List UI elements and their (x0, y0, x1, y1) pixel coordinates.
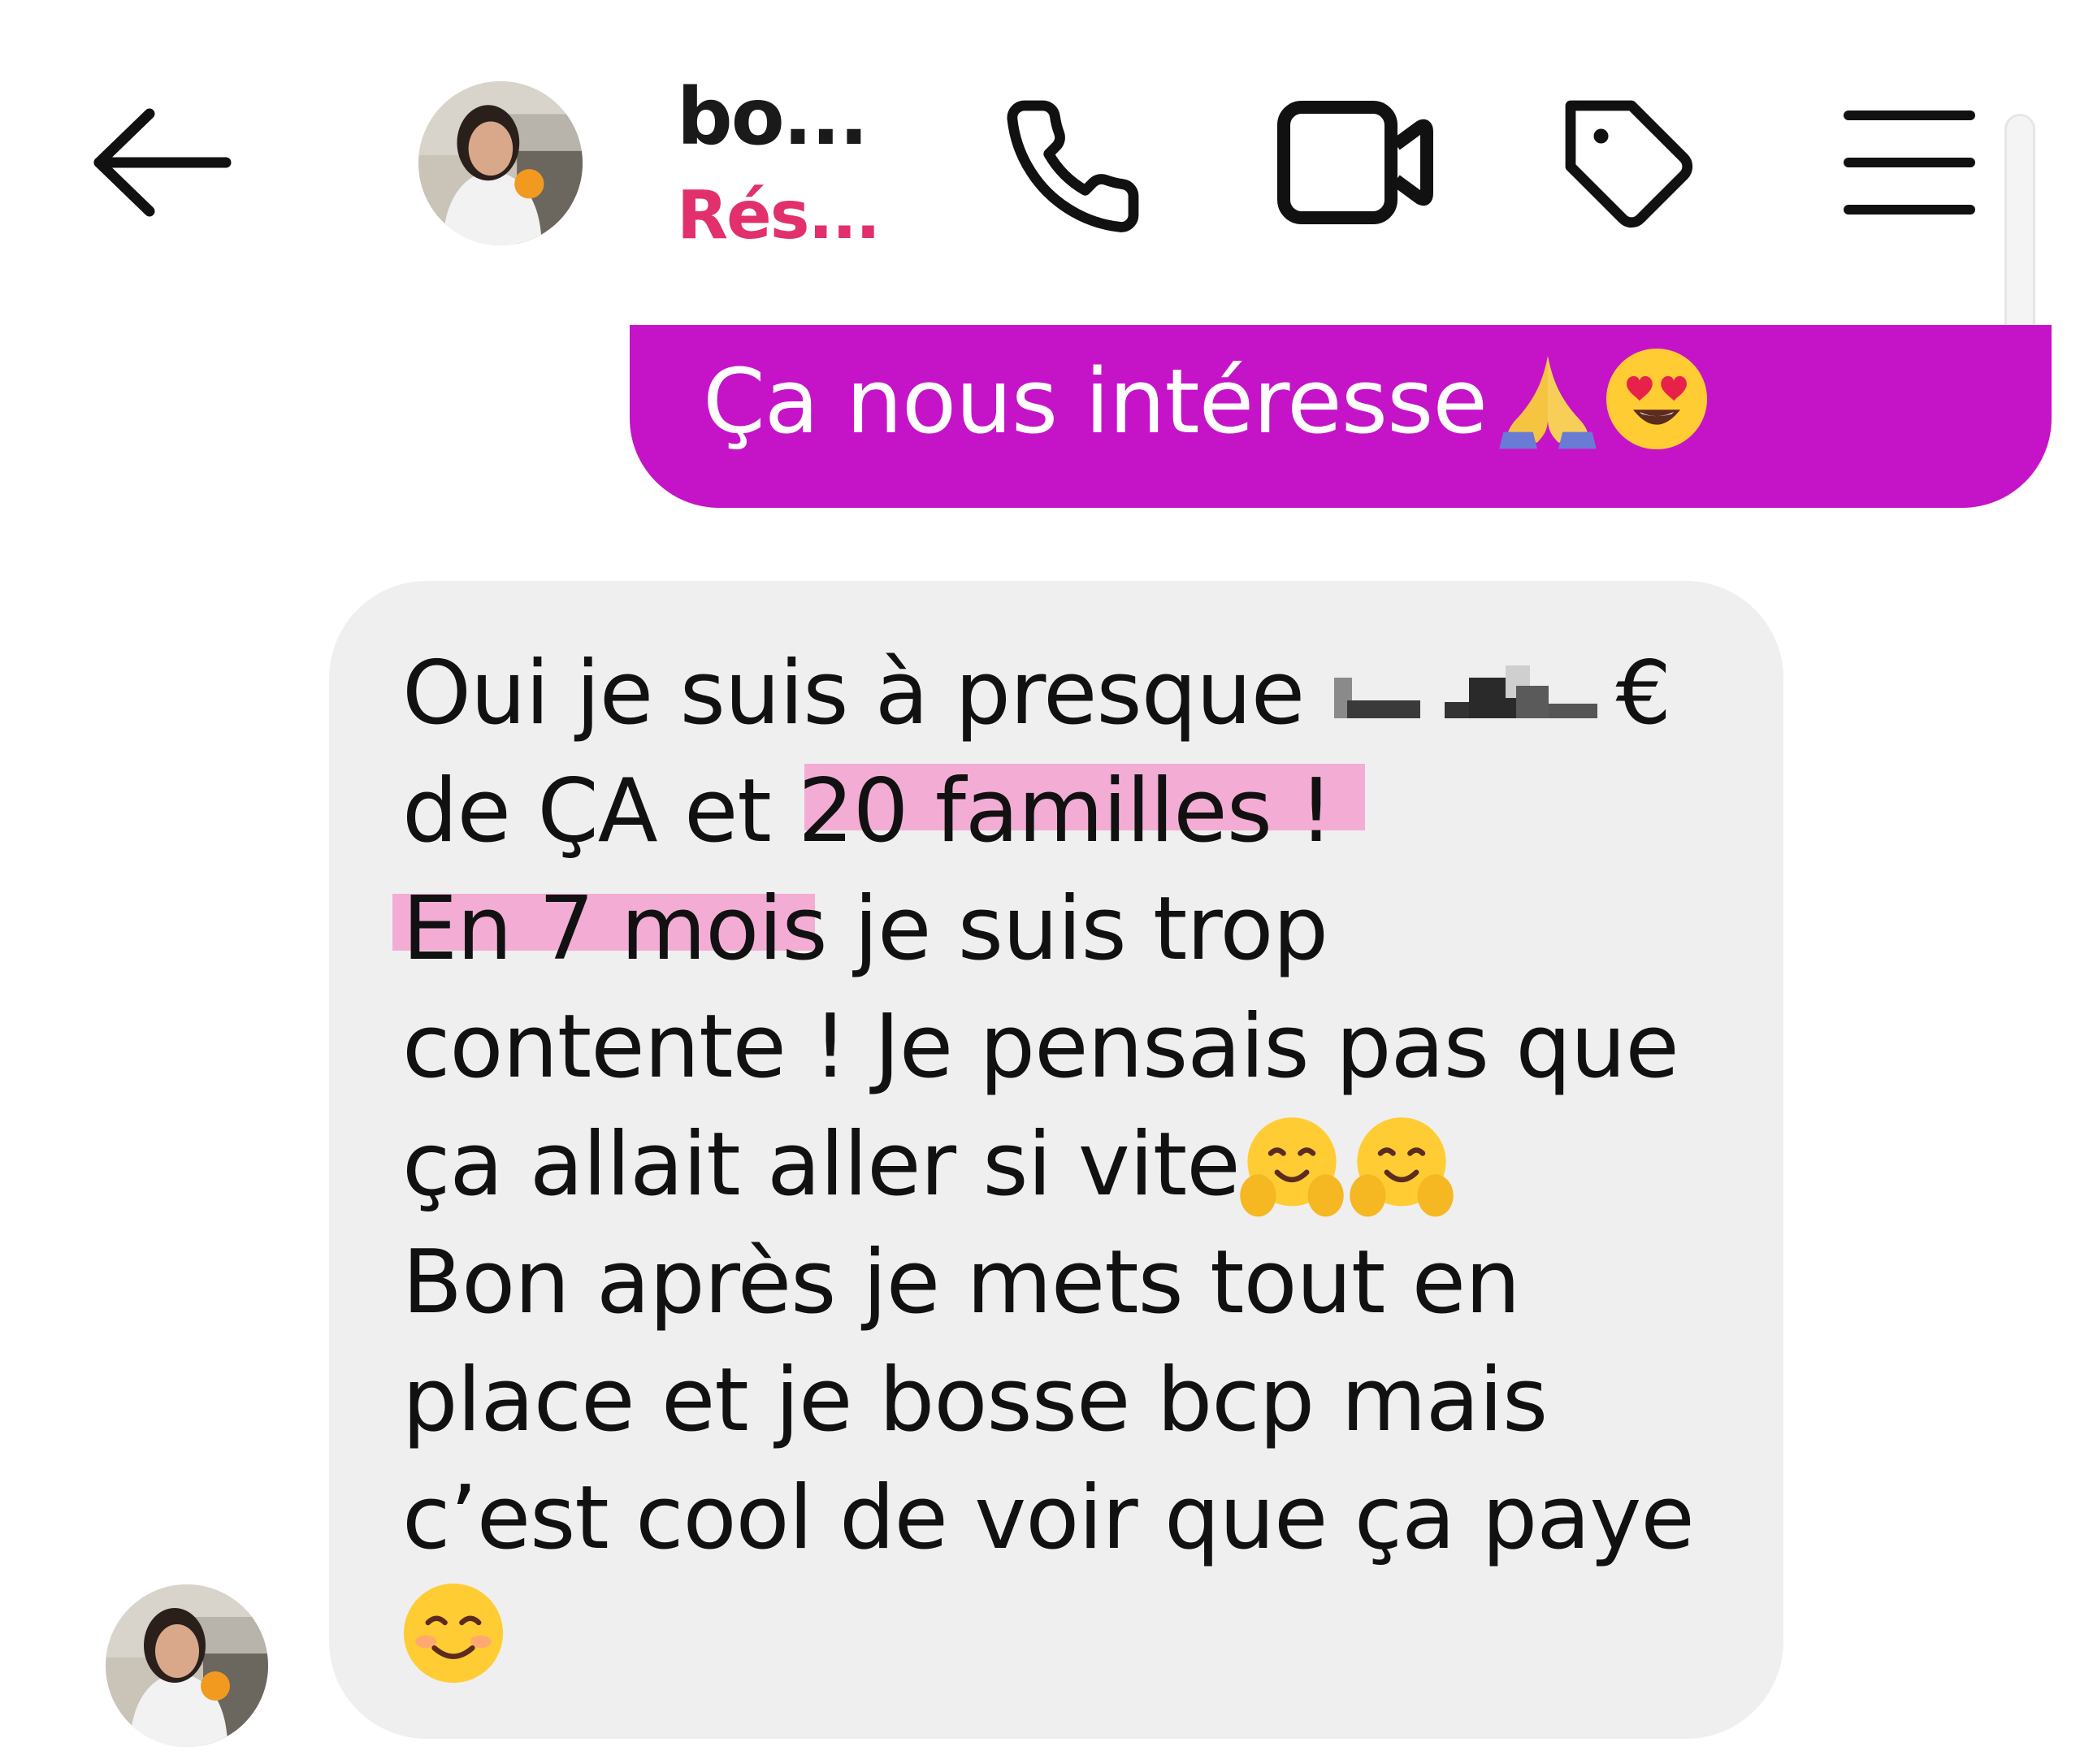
video-camera-icon (1277, 101, 1433, 224)
redacted-amount (1334, 665, 1598, 719)
phone-icon (1007, 100, 1139, 232)
contact-name[interactable]: bo... (677, 72, 869, 163)
message-line: contente ! Je pensais pas que (402, 996, 1679, 1098)
smiling-face-emoji-icon (403, 1583, 504, 1684)
outgoing-message-text: Ça nous intéresse (703, 349, 1488, 453)
message-line: ça allait aller si vite (402, 1114, 1241, 1216)
contact-avatar[interactable] (418, 81, 583, 245)
message-line: de ÇA et 20 familles ! (402, 761, 1334, 862)
message-line: En 7 mois je suis trop (402, 878, 1328, 980)
sender-avatar[interactable] (106, 1584, 268, 1747)
message-line: place et je bosse bcp mais (402, 1350, 1548, 1451)
menu-button[interactable] (1840, 106, 1978, 219)
back-button[interactable] (89, 106, 236, 219)
outgoing-message-bubble[interactable]: Ça nous intéresse (630, 325, 2052, 508)
contact-status: Rés... (677, 177, 881, 254)
menu-icon (1844, 111, 1975, 215)
chat-header: bo... Rés... (0, 0, 2080, 309)
folded-hands-emoji-icon (1499, 356, 1597, 449)
tag-button[interactable] (1558, 93, 1705, 240)
arrow-left-icon (93, 108, 232, 217)
call-button[interactable] (999, 93, 1146, 240)
hugging-face-emoji-icon (1350, 1117, 1454, 1217)
incoming-message-bubble[interactable]: Oui je suis à presque € de ÇA et 20 fami… (329, 581, 1783, 1739)
tag-icon (1565, 100, 1693, 228)
video-call-button[interactable] (1274, 98, 1436, 228)
message-text: € (1615, 643, 1671, 744)
message-line: Oui je suis à presque € (402, 650, 1671, 738)
heart-eyes-emoji-icon (1606, 348, 1708, 450)
message-line: c’est cool de voir que ça paye (402, 1467, 1695, 1569)
message-text: Oui je suis à presque (402, 643, 1332, 744)
hugging-face-emoji-icon (1240, 1117, 1344, 1217)
message-line: Bon après je mets tout en (402, 1232, 1521, 1333)
